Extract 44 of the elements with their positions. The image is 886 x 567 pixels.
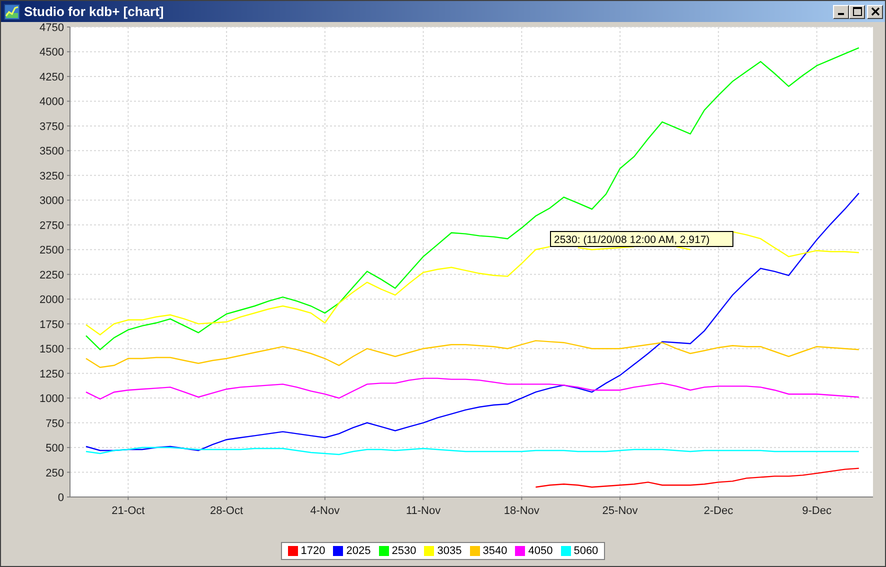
y-tick-label: 1500 <box>40 344 64 356</box>
x-tick-label: 11-Nov <box>406 505 441 517</box>
x-tick-label: 9-Dec <box>802 505 832 517</box>
chart-icon <box>4 4 20 20</box>
x-tick-label: 21-Oct <box>112 505 145 517</box>
close-button[interactable] <box>867 4 883 18</box>
x-tick-label: 18-Nov <box>504 505 540 517</box>
window-title: Studio for kdb+ [chart] <box>24 4 164 19</box>
legend-label: 3035 <box>437 545 462 557</box>
y-tick-label: 3250 <box>40 170 64 182</box>
y-tick-label: 3000 <box>40 195 64 208</box>
x-tick-label: 25-Nov <box>602 505 638 517</box>
annotation: 2530: (11/20/08 12:00 AM, 2,917) <box>554 234 710 246</box>
close-icon <box>870 7 880 16</box>
y-tick-label: 2000 <box>40 294 64 306</box>
y-tick-label: 4500 <box>40 46 64 59</box>
x-tick-label: 4-Nov <box>310 505 340 517</box>
y-tick-label: 500 <box>46 442 64 455</box>
x-tick-label: 28-Oct <box>210 505 244 517</box>
legend-label: 2530 <box>392 545 416 557</box>
y-tick-label: 1250 <box>40 368 64 380</box>
y-tick-label: 3500 <box>40 146 64 158</box>
legend-label: 4050 <box>528 545 553 557</box>
legend-label: 2025 <box>346 545 371 557</box>
y-tick-label: 2750 <box>40 220 64 232</box>
legend-label: 5060 <box>574 545 598 557</box>
y-tick-label: 2250 <box>40 269 64 282</box>
y-tick-label: 4250 <box>40 71 64 84</box>
y-tick-label: 4750 <box>40 22 64 34</box>
tooltip: 2530: (11/20/08 12:00 AM, 2,917) <box>550 231 734 247</box>
y-tick-label: 3750 <box>40 120 64 133</box>
y-tick-label: 250 <box>46 467 64 480</box>
legend-label: 1720 <box>300 545 326 557</box>
legend-label: 3540 <box>482 545 508 557</box>
x-tick-label: 2-Dec <box>704 505 734 517</box>
maximize-button[interactable] <box>849 4 865 18</box>
y-tick-label: 1000 <box>40 393 64 406</box>
y-tick-label: 2500 <box>40 244 64 257</box>
y-tick-label: 1750 <box>40 318 64 331</box>
minimize-button[interactable] <box>833 4 849 18</box>
y-tick-label: 0 <box>58 492 64 504</box>
y-tick-label: 750 <box>46 418 64 430</box>
maximize-icon <box>852 7 862 16</box>
y-tick-label: 4000 <box>40 96 64 108</box>
